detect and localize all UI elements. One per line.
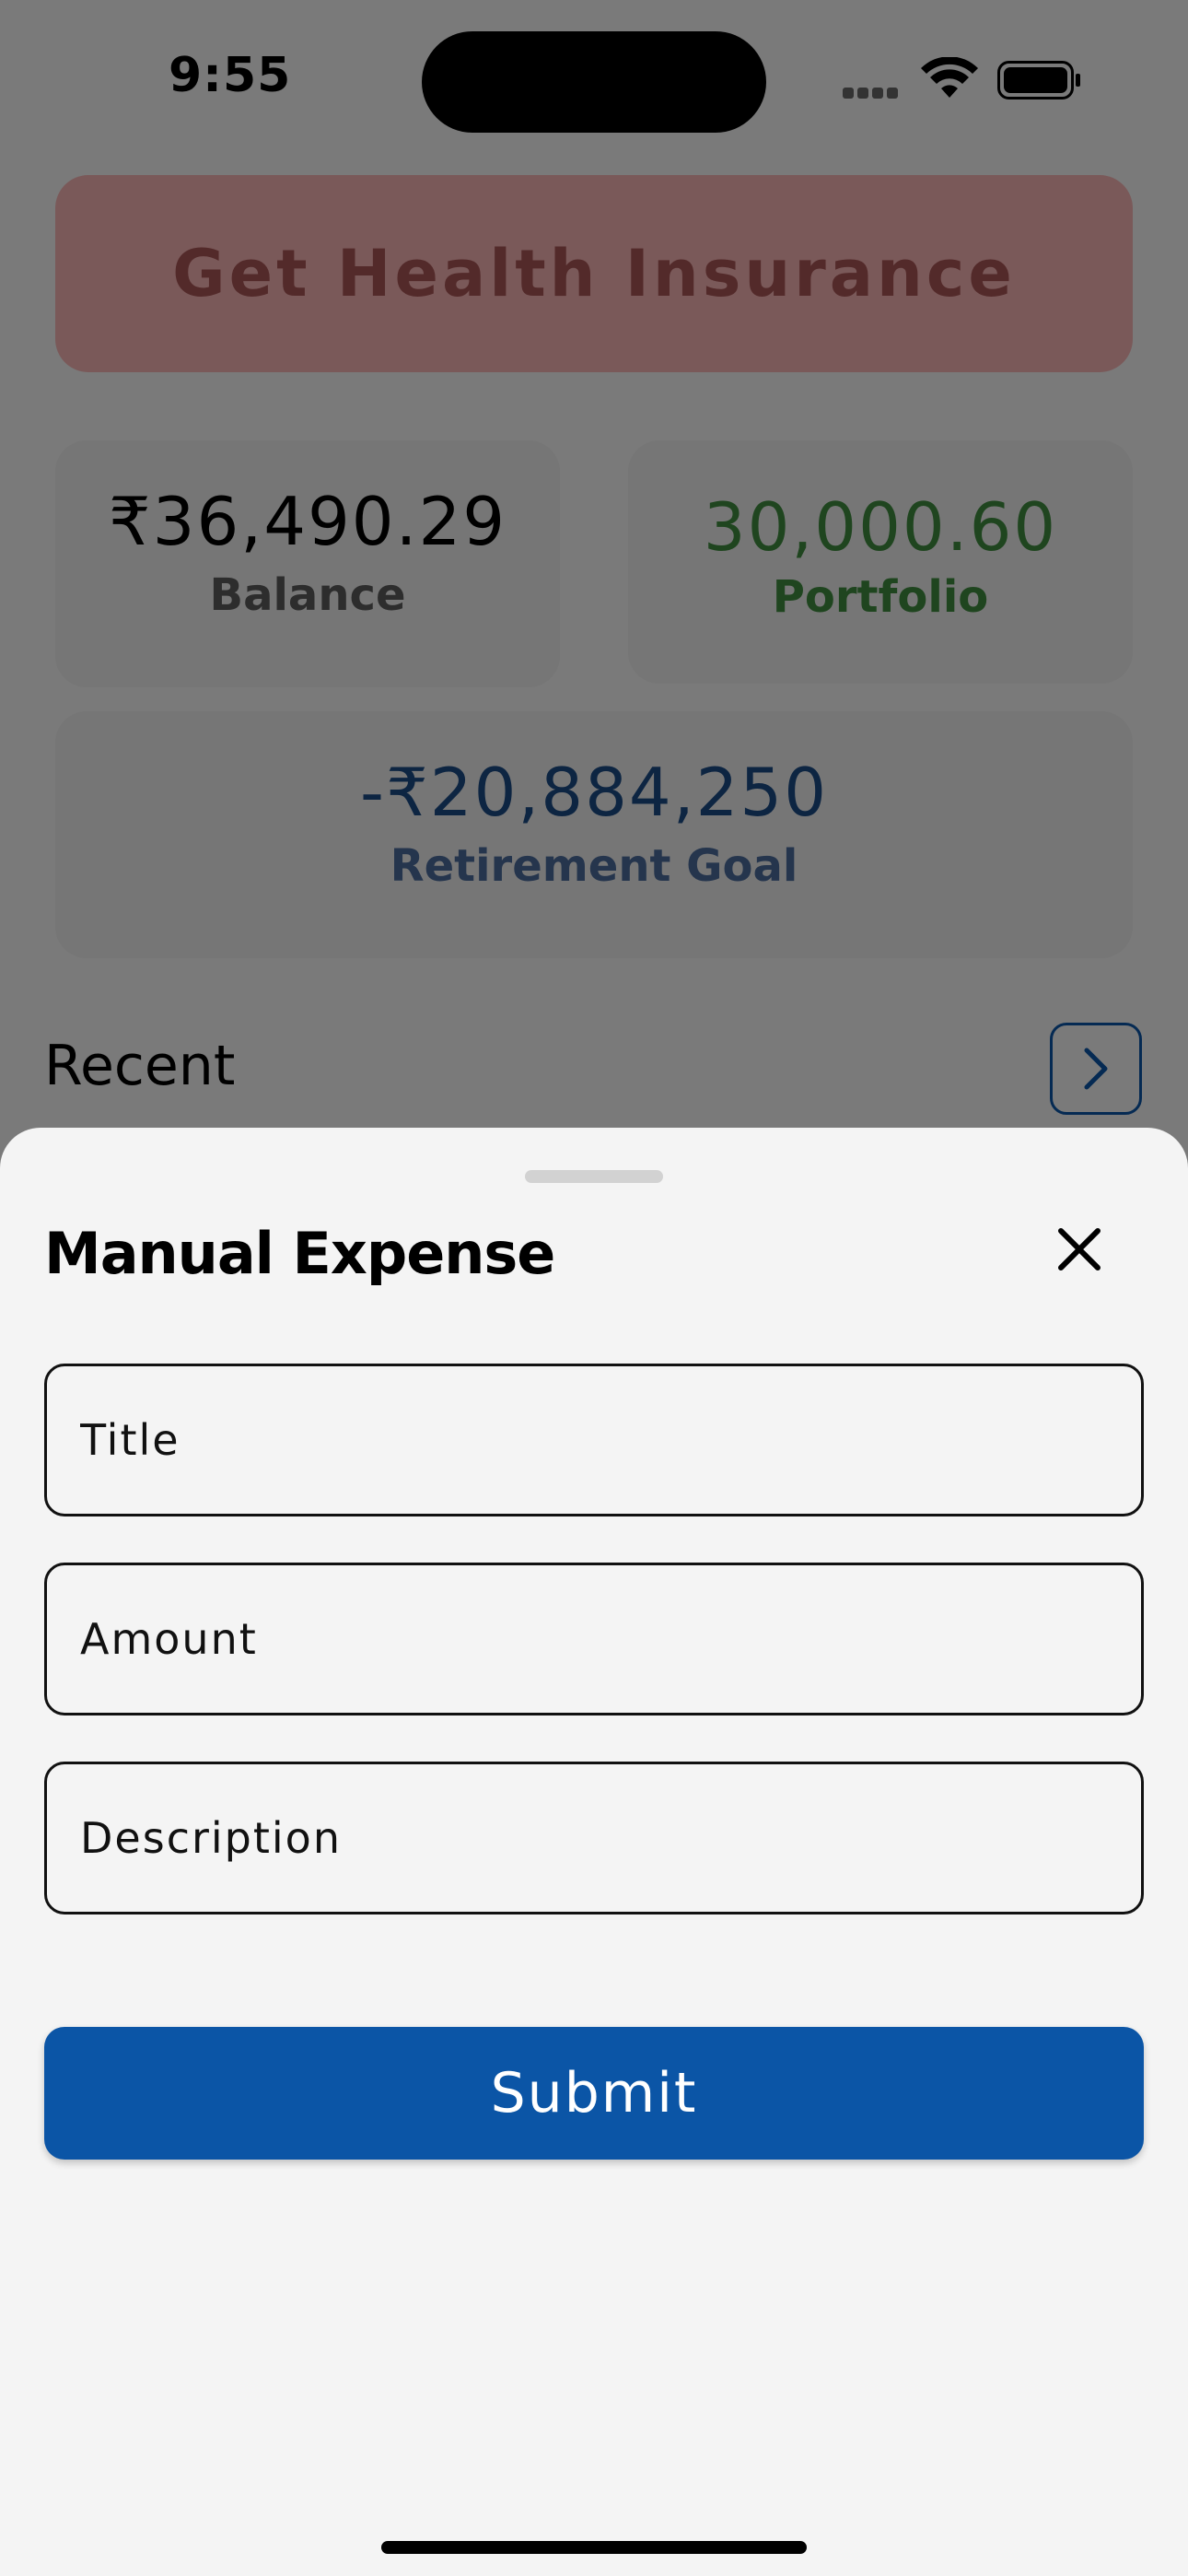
submit-button[interactable]: Submit (44, 2027, 1144, 2160)
amount-field[interactable] (44, 1563, 1144, 1715)
sheet-grabber[interactable] (525, 1170, 663, 1183)
description-field[interactable] (44, 1762, 1144, 1914)
manual-expense-sheet: Manual Expense Submit (0, 1128, 1188, 2576)
sheet-title: Manual Expense (44, 1220, 555, 1287)
close-icon[interactable] (1050, 1220, 1109, 1279)
title-field[interactable] (44, 1364, 1144, 1516)
home-indicator[interactable] (381, 2541, 807, 2554)
